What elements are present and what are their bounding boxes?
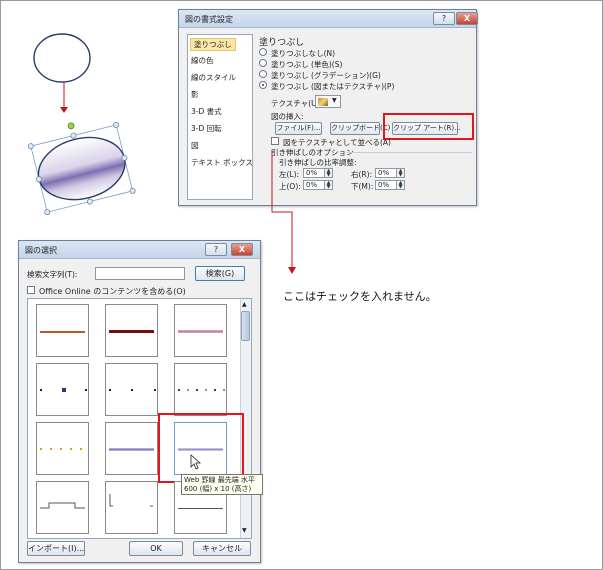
close-button-2[interactable]: X (231, 243, 253, 256)
radio-solid-fill[interactable] (259, 59, 267, 67)
clip-thumb-7[interactable] (36, 422, 89, 475)
clip-tooltip: Web 罫線 最先端 水平 600 (幅) x 10 (高さ) (181, 474, 263, 495)
picture-dialog-title: 図の選択 (25, 246, 57, 255)
chevron-down-icon: ▼ (332, 97, 337, 104)
nav-item-3d-format[interactable]: 3-D 書式 (191, 106, 222, 117)
texture-dropdown[interactable]: ▼ (315, 95, 341, 108)
left-offset-spinner[interactable]: ▲ ▼ (325, 168, 333, 178)
search-button[interactable]: 検索(G) (195, 266, 245, 281)
clip-thumb-5[interactable] (105, 363, 158, 416)
category-list: 塗りつぶし 線の色 線のスタイル 影 3-D 書式 3-D 回転 図 テキスト … (187, 34, 253, 200)
right-offset-spinner[interactable]: ▲ ▼ (397, 168, 405, 178)
radio-gradient-fill-label: 塗りつぶし (グラデーション)(G) (271, 71, 381, 80)
filled-ellipse (37, 136, 126, 201)
clip-thumb-1[interactable] (36, 304, 89, 357)
help-button[interactable]: ? (433, 12, 455, 25)
nav-item-picture[interactable]: 図 (191, 140, 199, 151)
cancel-button[interactable]: キャンセル (193, 541, 251, 556)
nav-item-line-color[interactable]: 線の色 (191, 55, 214, 66)
nav-item-text-box[interactable]: テキスト ボックス (191, 157, 253, 168)
clip-thumb-4[interactable] (36, 363, 89, 416)
nav-item-fill[interactable]: 塗りつぶし (190, 38, 236, 51)
tile-checkbox[interactable] (271, 137, 279, 145)
format-picture-dialog: 図の書式設定 ? X 塗りつぶし 線の色 線のスタイル 影 3-D 書式 3-D… (178, 9, 478, 206)
online-checkbox-label: Office Online のコンテンツを含める(O) (39, 287, 186, 296)
select-picture-dialog: 図の選択 ? X 検索文字列(T): 検索(G) Office Online の… (18, 240, 263, 563)
selected-clip-highlight (158, 413, 244, 483)
help-button-2[interactable]: ? (205, 243, 227, 256)
shape-illustration (27, 33, 136, 215)
nav-item-3d-rotation[interactable]: 3-D 回転 (191, 123, 222, 134)
online-checkbox[interactable] (27, 286, 35, 294)
texture-swatch-icon (318, 98, 328, 106)
top-offset-input[interactable]: 0% (303, 180, 325, 190)
bottom-offset-spinner[interactable]: ▲ ▼ (397, 180, 405, 190)
nav-item-line-style[interactable]: 線のスタイル (191, 72, 236, 83)
clipboard-button[interactable]: クリップボード(C) (330, 122, 390, 135)
mouse-pointer-icon (190, 454, 202, 470)
ok-button[interactable]: OK (129, 541, 183, 556)
stretch-separator (347, 152, 472, 153)
radio-gradient-fill[interactable] (259, 70, 267, 78)
format-dialog-title: 図の書式設定 (185, 15, 233, 24)
radio-no-fill[interactable] (259, 48, 267, 56)
clip-thumb-8[interactable] (105, 422, 158, 475)
search-label: 検索文字列(T): (27, 270, 78, 279)
clip-thumb-6[interactable] (174, 363, 227, 416)
clip-thumb-2[interactable] (105, 304, 158, 357)
scroll-up-arrow-icon[interactable]: ▲ (242, 301, 247, 308)
import-button[interactable]: インポート(I)... (27, 541, 85, 556)
bottom-offset-input[interactable]: 0% (375, 180, 397, 190)
radio-solid-fill-label: 塗りつぶし (単色)(S) (271, 60, 343, 69)
original-ellipse (33, 33, 91, 83)
clip-art-highlight (383, 113, 474, 140)
right-offset-label: 右(R): (351, 170, 373, 179)
top-offset-spinner[interactable]: ▲ ▼ (325, 180, 333, 190)
clip-thumb-11[interactable] (105, 481, 158, 534)
search-input[interactable] (95, 267, 185, 280)
scroll-thumb[interactable] (241, 311, 250, 341)
insert-label: 図の挿入: (271, 112, 304, 121)
format-dialog-titlebar: 図の書式設定 (179, 10, 476, 28)
section-title: 塗りつぶし (259, 38, 305, 48)
clip-thumb-10[interactable] (36, 481, 89, 534)
right-offset-input[interactable]: 0% (375, 168, 397, 178)
tooltip-title: Web 罫線 最先端 水平 (184, 476, 255, 484)
tooltip-size: 600 (幅) x 10 (高さ) (184, 485, 252, 493)
radio-no-fill-label: 塗りつぶしなし(N) (271, 49, 336, 58)
scroll-down-arrow-icon[interactable]: ▼ (242, 527, 247, 534)
connector-arrow (271, 150, 296, 274)
left-offset-input[interactable]: 0% (303, 168, 325, 178)
file-button[interactable]: ファイル(F)... (275, 122, 322, 135)
radio-picture-fill[interactable] (259, 81, 267, 89)
arrow-head (60, 107, 68, 113)
radio-picture-fill-label: 塗りつぶし (図またはテクスチャ)(P) (271, 82, 395, 91)
bottom-offset-label: 下(M): (351, 182, 374, 191)
annotation-note: ここはチェックを入れません。 (283, 290, 437, 303)
nav-item-shadow[interactable]: 影 (191, 89, 199, 100)
clip-thumb-3[interactable] (174, 304, 227, 357)
close-button[interactable]: X (456, 12, 478, 25)
